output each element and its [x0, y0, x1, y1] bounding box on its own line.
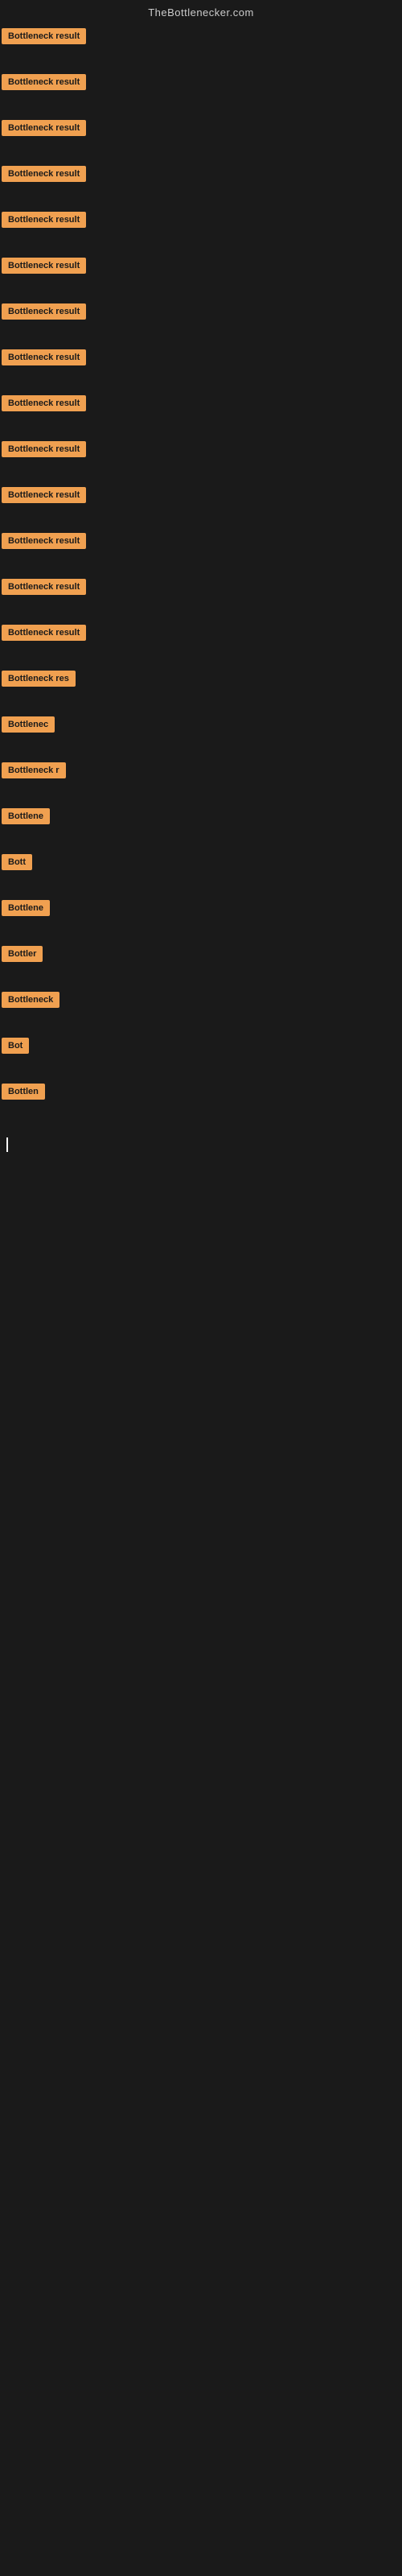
bottleneck-row-10[interactable]: Bottleneck result — [0, 435, 402, 479]
bottleneck-row-22[interactable]: Bottleneck — [0, 985, 402, 1030]
bottleneck-row-15[interactable]: Bottleneck res — [0, 664, 402, 708]
bottleneck-row-5[interactable]: Bottleneck result — [0, 205, 402, 250]
bottleneck-row-7[interactable]: Bottleneck result — [0, 297, 402, 341]
text-cursor — [6, 1137, 8, 1152]
bottleneck-badge[interactable]: Bottleneck result — [2, 74, 86, 90]
bottleneck-badge[interactable]: Bottleneck result — [2, 487, 86, 503]
bottleneck-row-2[interactable]: Bottleneck result — [0, 68, 402, 112]
bottleneck-row-20[interactable]: Bottlene — [0, 894, 402, 938]
bottleneck-row-8[interactable]: Bottleneck result — [0, 343, 402, 387]
bottleneck-row-19[interactable]: Bott — [0, 848, 402, 892]
bottleneck-badge[interactable]: Bottlen — [2, 1084, 45, 1100]
bottleneck-row-3[interactable]: Bottleneck result — [0, 114, 402, 158]
bottleneck-badge[interactable]: Bottlenec — [2, 716, 55, 733]
bottleneck-row-1[interactable]: Bottleneck result — [0, 22, 402, 66]
bottleneck-row-6[interactable]: Bottleneck result — [0, 251, 402, 295]
bottleneck-badge[interactable]: Bottleneck r — [2, 762, 66, 778]
bottleneck-row-11[interactable]: Bottleneck result — [0, 481, 402, 525]
bottleneck-row-12[interactable]: Bottleneck result — [0, 526, 402, 571]
bottleneck-badge[interactable]: Bottleneck result — [2, 120, 86, 136]
bottleneck-row-17[interactable]: Bottleneck r — [0, 756, 402, 800]
bottleneck-badge[interactable]: Bottleneck res — [2, 671, 76, 687]
bottleneck-badge[interactable]: Bot — [2, 1038, 29, 1054]
bottleneck-badge[interactable]: Bottleneck result — [2, 625, 86, 641]
bottleneck-badge[interactable]: Bottleneck result — [2, 212, 86, 228]
site-title: TheBottlenecker.com — [0, 0, 402, 22]
bottleneck-row-4[interactable]: Bottleneck result — [0, 159, 402, 204]
bottleneck-badge[interactable]: Bottleneck result — [2, 258, 86, 274]
bottleneck-row-18[interactable]: Bottlene — [0, 802, 402, 846]
bottleneck-badge[interactable]: Bottleneck result — [2, 349, 86, 365]
bottleneck-badge[interactable]: Bottlene — [2, 900, 50, 916]
bottleneck-row-23[interactable]: Bot — [0, 1031, 402, 1075]
bottleneck-row-9[interactable]: Bottleneck result — [0, 389, 402, 433]
bottleneck-row-14[interactable]: Bottleneck result — [0, 618, 402, 663]
bottleneck-badge[interactable]: Bottleneck result — [2, 441, 86, 457]
bottleneck-rows-container: Bottleneck result Bottleneck result Bottle… — [0, 22, 402, 1121]
bottleneck-badge[interactable]: Bott — [2, 854, 32, 870]
bottleneck-badge[interactable]: Bottleneck result — [2, 395, 86, 411]
bottleneck-badge[interactable]: Bottleneck result — [2, 579, 86, 595]
bottleneck-row-13[interactable]: Bottleneck result — [0, 572, 402, 617]
bottleneck-badge[interactable]: Bottleneck — [2, 992, 59, 1008]
bottleneck-badge[interactable]: Bottleneck result — [2, 28, 86, 44]
bottleneck-row-21[interactable]: Bottler — [0, 939, 402, 984]
bottleneck-badge[interactable]: Bottlene — [2, 808, 50, 824]
bottleneck-badge[interactable]: Bottleneck result — [2, 303, 86, 320]
bottleneck-badge[interactable]: Bottleneck result — [2, 166, 86, 182]
bottleneck-badge[interactable]: Bottleneck result — [2, 533, 86, 549]
bottleneck-row-16[interactable]: Bottlenec — [0, 710, 402, 754]
bottleneck-badge[interactable]: Bottler — [2, 946, 43, 962]
bottleneck-row-24[interactable]: Bottlen — [0, 1077, 402, 1121]
